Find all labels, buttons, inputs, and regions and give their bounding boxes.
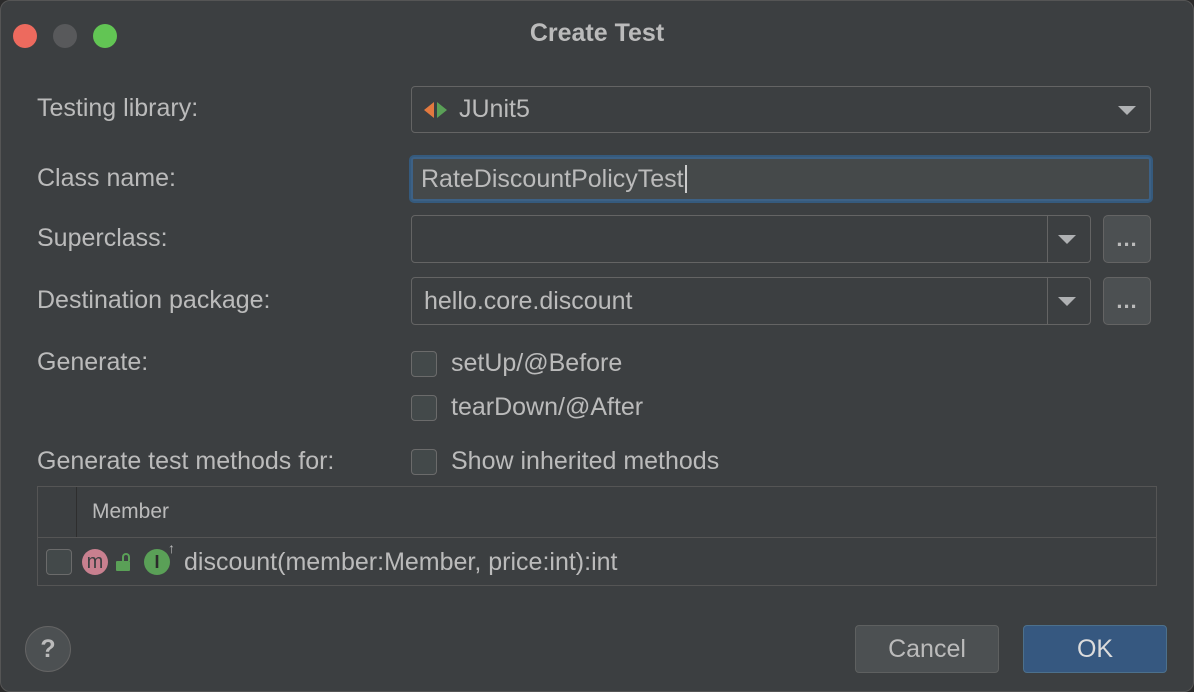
- unlocked-icon: [116, 553, 134, 571]
- superclass-browse-button[interactable]: ...: [1103, 215, 1151, 263]
- title-bar: Create Test: [1, 1, 1193, 67]
- show-inherited-option[interactable]: Show inherited methods: [411, 447, 719, 476]
- teardown-label: tearDown/@After: [451, 393, 644, 421]
- superclass-combo[interactable]: [411, 215, 1091, 263]
- table-row[interactable]: m I ↑ discount(member:Member, price:int)…: [38, 538, 1156, 586]
- checkbox-column-header[interactable]: [38, 487, 77, 537]
- cancel-button[interactable]: Cancel: [855, 625, 999, 673]
- class-name-label: Class name:: [37, 164, 176, 192]
- methods-for-label: Generate test methods for:: [37, 447, 335, 475]
- members-table: Member m I ↑ discount(member:Member, pri…: [37, 486, 1157, 586]
- class-name-value: RateDiscountPolicyTest: [421, 164, 684, 193]
- member-column-header[interactable]: Member: [92, 487, 169, 537]
- destination-package-label: Destination package:: [37, 286, 271, 314]
- chevron-down-icon: [1118, 105, 1136, 115]
- help-button[interactable]: ?: [25, 626, 71, 672]
- setup-checkbox[interactable]: [411, 350, 437, 377]
- chevron-down-icon[interactable]: [1058, 235, 1076, 244]
- combo-divider: [1047, 216, 1048, 262]
- member-row-checkbox[interactable]: [46, 549, 72, 575]
- destination-package-combo[interactable]: hello.core.discount: [411, 277, 1091, 325]
- member-signature: discount(member:Member, price:int):int: [184, 547, 618, 576]
- testing-library-value: JUnit5: [459, 95, 530, 123]
- text-caret: [684, 165, 687, 193]
- destination-package-value: hello.core.discount: [424, 286, 633, 315]
- method-icon: m: [82, 549, 108, 575]
- teardown-option[interactable]: tearDown/@After: [411, 393, 643, 422]
- combo-divider: [1047, 278, 1048, 324]
- junit-icon: [424, 101, 447, 118]
- class-name-input[interactable]: RateDiscountPolicyTest: [411, 157, 1151, 201]
- ok-button[interactable]: OK: [1023, 625, 1167, 673]
- show-inherited-checkbox[interactable]: [411, 448, 437, 475]
- setup-option[interactable]: setUp/@Before: [411, 349, 622, 378]
- setup-label: setUp/@Before: [451, 349, 623, 377]
- dialog-title: Create Test: [529, 19, 665, 47]
- destination-browse-button[interactable]: ...: [1103, 277, 1151, 325]
- testing-library-select[interactable]: JUnit5: [411, 86, 1151, 133]
- chevron-down-icon[interactable]: [1058, 297, 1076, 306]
- create-test-dialog: Create Test Testing library: JUnit5 Clas…: [0, 0, 1194, 692]
- show-inherited-label: Show inherited methods: [451, 447, 720, 475]
- teardown-checkbox[interactable]: [411, 394, 437, 421]
- override-arrow-icon: ↑: [168, 540, 175, 556]
- generate-label: Generate:: [37, 348, 149, 376]
- interface-implementation-icon: I ↑: [144, 540, 175, 575]
- testing-library-label: Testing library:: [37, 94, 199, 122]
- superclass-label: Superclass:: [37, 224, 168, 252]
- table-header: Member: [38, 487, 1156, 538]
